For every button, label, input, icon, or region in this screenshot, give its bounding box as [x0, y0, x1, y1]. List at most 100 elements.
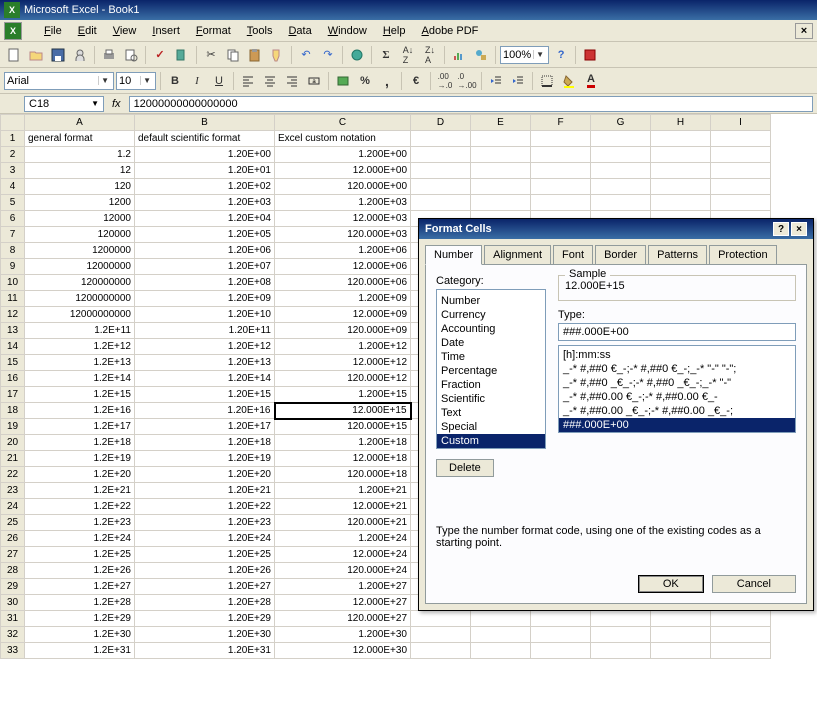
row-header[interactable]: 2 — [1, 147, 25, 163]
cell[interactable]: 1.20E+02 — [135, 179, 275, 195]
cell[interactable]: 1.20E+31 — [135, 643, 275, 659]
cell[interactable]: 1.20E+22 — [135, 499, 275, 515]
cell[interactable]: 12000 — [25, 211, 135, 227]
row-header[interactable]: 32 — [1, 627, 25, 643]
cell[interactable]: 1.20E+29 — [135, 611, 275, 627]
align-left-icon[interactable] — [238, 71, 258, 91]
formula-input[interactable]: 12000000000000000 — [129, 96, 813, 112]
cell[interactable] — [471, 643, 531, 659]
cell[interactable] — [711, 611, 771, 627]
tab-protection[interactable]: Protection — [709, 245, 777, 264]
cell[interactable]: 1.2E+12 — [25, 339, 135, 355]
cell[interactable]: 120.000E+24 — [275, 563, 411, 579]
tab-number[interactable]: Number — [425, 245, 482, 265]
cell[interactable]: 1.20E+07 — [135, 259, 275, 275]
cell[interactable] — [591, 131, 651, 147]
save-icon[interactable] — [48, 45, 68, 65]
row-header[interactable]: 10 — [1, 275, 25, 291]
category-item[interactable]: Time — [437, 350, 545, 364]
help-button[interactable]: ? — [773, 222, 789, 236]
new-icon[interactable] — [4, 45, 24, 65]
cell[interactable] — [471, 627, 531, 643]
cancel-button[interactable]: Cancel — [712, 575, 796, 593]
merge-center-icon[interactable]: a — [304, 71, 324, 91]
col-header-G[interactable]: G — [591, 115, 651, 131]
cell[interactable] — [411, 643, 471, 659]
cell[interactable] — [651, 627, 711, 643]
col-header-E[interactable]: E — [471, 115, 531, 131]
cell[interactable]: 1.20E+20 — [135, 467, 275, 483]
cell[interactable] — [411, 627, 471, 643]
category-item[interactable]: Scientific — [437, 392, 545, 406]
cell[interactable]: 1.20E+23 — [135, 515, 275, 531]
decrease-indent-icon[interactable] — [486, 71, 506, 91]
row-header[interactable]: 25 — [1, 515, 25, 531]
workbook-icon[interactable]: X — [4, 22, 22, 40]
cell[interactable]: 1.2E+25 — [25, 547, 135, 563]
cell[interactable]: 12.000E+18 — [275, 451, 411, 467]
cell[interactable] — [411, 147, 471, 163]
type-item[interactable]: _-* #,##0 _€_-;-* #,##0 _€_-;_-* "-" — [559, 376, 795, 390]
cell[interactable]: 120.000E+27 — [275, 611, 411, 627]
research-icon[interactable] — [172, 45, 192, 65]
cell[interactable]: 120.000E+21 — [275, 515, 411, 531]
cell[interactable]: 1.200E+03 — [275, 195, 411, 211]
cell[interactable]: 1.20E+25 — [135, 547, 275, 563]
row-header[interactable]: 13 — [1, 323, 25, 339]
open-icon[interactable] — [26, 45, 46, 65]
cell[interactable] — [531, 147, 591, 163]
type-item[interactable]: [h]:mm:ss — [559, 348, 795, 362]
cell[interactable] — [531, 163, 591, 179]
sort-desc-icon[interactable]: Z↓A — [420, 45, 440, 65]
menu-insert[interactable]: Insert — [144, 23, 188, 39]
comma-icon[interactable]: , — [377, 71, 397, 91]
align-center-icon[interactable] — [260, 71, 280, 91]
row-header[interactable]: 28 — [1, 563, 25, 579]
print-preview-icon[interactable] — [121, 45, 141, 65]
menu-help[interactable]: Help — [375, 23, 414, 39]
row-header[interactable]: 12 — [1, 307, 25, 323]
cell[interactable] — [711, 643, 771, 659]
copy-icon[interactable] — [223, 45, 243, 65]
cell[interactable]: general format — [25, 131, 135, 147]
cell[interactable]: 12.000E+12 — [275, 355, 411, 371]
cell[interactable]: 1.2E+23 — [25, 515, 135, 531]
col-header-H[interactable]: H — [651, 115, 711, 131]
row-header[interactable]: 6 — [1, 211, 25, 227]
cell[interactable]: 1.2E+19 — [25, 451, 135, 467]
cell[interactable]: 1.200E+27 — [275, 579, 411, 595]
print-icon[interactable] — [99, 45, 119, 65]
cell[interactable]: 12000000 — [25, 259, 135, 275]
category-item[interactable]: Number — [437, 294, 545, 308]
cell[interactable] — [471, 179, 531, 195]
cell[interactable]: 1.2E+15 — [25, 387, 135, 403]
type-item[interactable]: _-* #,##0.00 _€_-;-* #,##0.00 _€_-; — [559, 404, 795, 418]
increase-decimal-icon[interactable]: .00→.0 — [435, 71, 455, 91]
cell[interactable]: 1.20E+09 — [135, 291, 275, 307]
cell[interactable]: 1.20E+30 — [135, 627, 275, 643]
row-header[interactable]: 33 — [1, 643, 25, 659]
cell[interactable] — [591, 611, 651, 627]
cell[interactable]: 12000000000 — [25, 307, 135, 323]
cell[interactable] — [651, 643, 711, 659]
row-header[interactable]: 21 — [1, 451, 25, 467]
row-header[interactable]: 19 — [1, 419, 25, 435]
cell[interactable] — [591, 195, 651, 211]
row-header[interactable]: 1 — [1, 131, 25, 147]
help-icon[interactable]: ? — [551, 45, 571, 65]
cell[interactable] — [471, 611, 531, 627]
tab-border[interactable]: Border — [595, 245, 646, 264]
cell[interactable]: 12.000E+06 — [275, 259, 411, 275]
col-header-A[interactable]: A — [25, 115, 135, 131]
cell[interactable] — [711, 147, 771, 163]
cell[interactable] — [531, 627, 591, 643]
cell[interactable]: 1.2E+14 — [25, 371, 135, 387]
zoom-combo[interactable]: 100%▼ — [500, 46, 549, 64]
category-item[interactable]: Percentage — [437, 364, 545, 378]
row-header[interactable]: 16 — [1, 371, 25, 387]
cell[interactable]: 1.2E+27 — [25, 579, 135, 595]
cell[interactable]: 12.000E+24 — [275, 547, 411, 563]
cell[interactable]: 1.2E+29 — [25, 611, 135, 627]
row-header[interactable]: 30 — [1, 595, 25, 611]
drawing-icon[interactable] — [471, 45, 491, 65]
